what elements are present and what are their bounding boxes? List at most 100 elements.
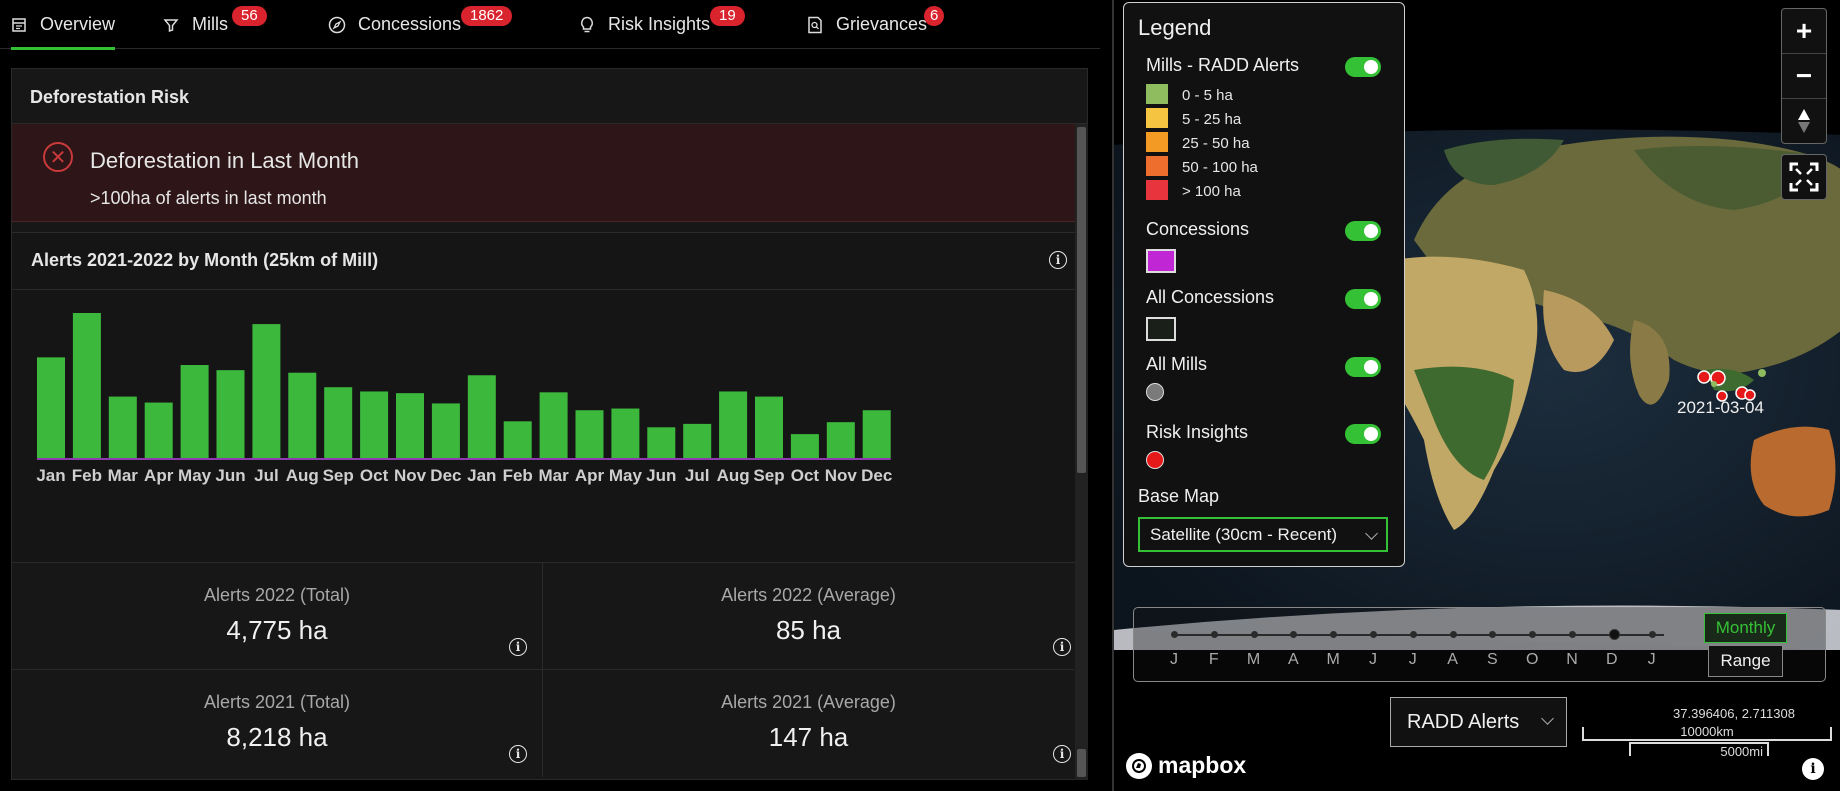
chart-bar[interactable] (216, 370, 245, 458)
marker-date-label: 2021-03-04 (1677, 398, 1764, 417)
time-slider-stop[interactable] (1171, 631, 1178, 638)
chart-bar[interactable] (431, 403, 460, 458)
monthly-button[interactable]: Monthly (1704, 613, 1787, 643)
all-concessions-toggle[interactable] (1345, 289, 1381, 309)
all-mills-swatch (1146, 383, 1164, 401)
time-slider-stop[interactable] (1449, 631, 1457, 638)
time-slider[interactable]: Monthly Range J F M A M J J A S O N D J (1133, 607, 1826, 682)
tab-overview[interactable]: Overview (11, 0, 115, 50)
chart-bar[interactable] (252, 324, 281, 458)
x-tick-label: Dec (861, 466, 892, 485)
chart-bar[interactable] (72, 313, 101, 458)
tab-concessions[interactable]: Concessions 1862 (328, 0, 513, 49)
time-slider-track[interactable] (1174, 634, 1664, 636)
info-icon[interactable]: i (509, 745, 527, 763)
time-slider-stop[interactable] (1529, 631, 1537, 638)
tab-risk-insights[interactable]: Risk Insights 19 (578, 0, 745, 49)
info-icon[interactable]: i (1053, 638, 1071, 656)
time-slider-stop[interactable] (1330, 631, 1338, 638)
legend-swatch (1146, 108, 1168, 128)
app-root: Overview Mills 56 Concessions 1862 Risk … (0, 0, 1840, 791)
attribution-info-button[interactable]: i (1802, 758, 1824, 780)
legend-swatch (1146, 132, 1168, 152)
chart-bar[interactable] (683, 423, 712, 458)
stat-alerts-2022-average: Alerts 2022 (Average) 85 ha i (543, 563, 1074, 670)
x-tick-label: Mar (538, 466, 569, 485)
mapbox-logo[interactable]: mapbox (1126, 752, 1246, 779)
time-slider-stop[interactable] (1489, 631, 1497, 638)
scrollbar-thumb-bottom[interactable] (1077, 749, 1086, 777)
compass-reset-button[interactable] (1782, 99, 1826, 143)
legend-swatch (1146, 84, 1168, 104)
chart-bar[interactable] (144, 402, 173, 458)
time-slider-handle[interactable] (1608, 629, 1620, 640)
chart-bar[interactable] (790, 434, 819, 458)
chart-bar[interactable] (288, 372, 317, 458)
chart-bar[interactable] (360, 391, 389, 458)
scale-bar-mi: 5000mi (1629, 742, 1769, 759)
error-circle-icon: ✕ (43, 142, 73, 172)
chart-bar[interactable] (755, 396, 783, 458)
tab-mills[interactable]: Mills 56 (162, 0, 267, 49)
info-icon[interactable]: i (509, 638, 527, 656)
alerts-bar-chart: Jan Feb Mar Apr May Jun Jul Aug Sep Oct Nov Dec Jan F… (36, 313, 892, 485)
range-button[interactable]: Range (1708, 645, 1783, 677)
zoom-in-button[interactable]: + (1782, 9, 1826, 53)
chevron-down-icon (1365, 527, 1378, 540)
legend-section-all-concessions: All Concessions (1146, 287, 1275, 307)
chart-bar[interactable] (324, 387, 353, 458)
time-slider-stop[interactable] (1290, 631, 1298, 638)
tab-grievances[interactable]: Grievances 6 (806, 0, 945, 49)
x-tick-label: Apr (575, 466, 605, 485)
fullscreen-button[interactable] (1781, 154, 1827, 200)
time-slider-stop[interactable] (1569, 631, 1576, 638)
risk-insights-toggle[interactable] (1345, 424, 1381, 444)
base-map-value: Satellite (30cm - Recent) (1150, 525, 1338, 544)
alerts-chart-card: Alerts 2021-2022 by Month (25km of Mill)… (12, 232, 1075, 562)
chevron-down-icon (1541, 712, 1554, 725)
chart-title: Alerts 2021-2022 by Month (25km of Mill) (31, 250, 379, 270)
time-slider-stop[interactable] (1210, 631, 1218, 638)
legend-title: Legend (1138, 15, 1212, 40)
tab-label: Mills (192, 14, 228, 34)
calendar-icon (11, 16, 28, 34)
chart-bar[interactable] (611, 408, 640, 458)
chart-bar[interactable] (647, 427, 676, 458)
compass-north-icon (1798, 109, 1810, 133)
map-view[interactable]: 2021-03-04 Legend Mills - RADD Alerts 0 … (1112, 0, 1840, 791)
zoom-out-button[interactable]: − (1782, 54, 1826, 98)
chart-bar[interactable] (503, 421, 532, 458)
tab-label: Overview (39, 14, 115, 34)
info-icon[interactable]: i (1053, 745, 1071, 763)
stat-label: Alerts 2021 (Average) (721, 692, 896, 712)
chart-bar[interactable] (539, 392, 568, 458)
scrollbar-thumb[interactable] (1077, 127, 1086, 473)
time-slider-stop[interactable] (1250, 631, 1258, 638)
chart-bar[interactable] (396, 393, 424, 458)
tab-label: Grievances (836, 14, 928, 34)
time-slider-stop[interactable] (1409, 631, 1417, 638)
x-tick-label: Aug (717, 466, 750, 485)
time-slider-stop[interactable] (1648, 631, 1656, 638)
info-icon[interactable]: i (1049, 251, 1067, 269)
stat-alerts-2021-average: Alerts 2021 (Average) 147 ha i (543, 670, 1074, 777)
chart-bar[interactable] (575, 410, 604, 458)
chart-bar[interactable] (180, 365, 209, 458)
chart-bar[interactable] (719, 391, 748, 458)
map-legend: Legend Mills - RADD Alerts 0 - 5 ha 5 - … (1123, 2, 1405, 567)
chart-bar[interactable] (862, 410, 891, 458)
all-mills-toggle[interactable] (1345, 357, 1381, 377)
risk-insights-count-badge: 19 (710, 6, 745, 26)
time-slider-stop[interactable] (1370, 631, 1377, 638)
tab-label: Concessions (358, 14, 462, 34)
legend-section-all-mills: All Mills (1146, 354, 1207, 374)
chart-bar[interactable] (826, 422, 855, 458)
chart-bar[interactable] (37, 357, 65, 458)
legend-swatch (1146, 156, 1168, 176)
concessions-toggle[interactable] (1345, 221, 1381, 241)
chart-bar[interactable] (108, 396, 137, 458)
layer-select[interactable]: RADD Alerts (1390, 697, 1567, 747)
chart-bar[interactable] (467, 375, 496, 458)
radd-alerts-toggle[interactable] (1345, 57, 1381, 77)
base-map-select[interactable]: Satellite (30cm - Recent) (1138, 517, 1388, 552)
